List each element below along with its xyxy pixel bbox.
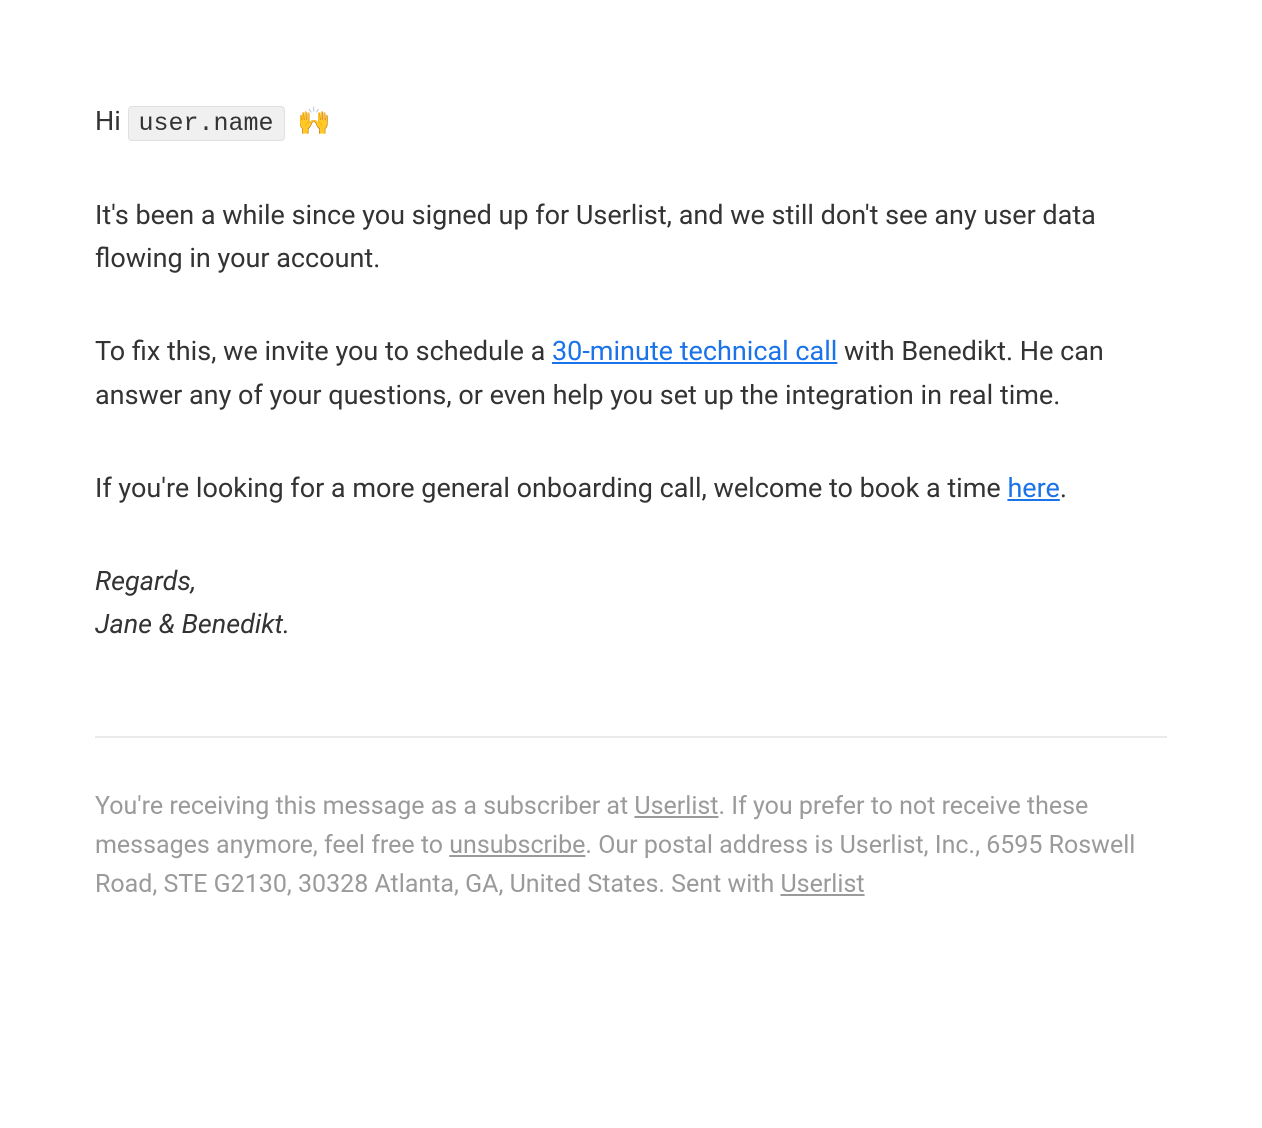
onboarding-here-link[interactable]: here (1007, 472, 1059, 504)
footer-paragraph: You're receiving this message as a subsc… (95, 788, 1167, 904)
greeting-prefix: Hi (95, 105, 128, 137)
p2-text-a: To fix this, we invite you to schedule a (95, 335, 552, 367)
footer-text-1: You're receiving this message as a subsc… (95, 792, 634, 821)
user-name-token: user.name (128, 106, 285, 141)
unsubscribe-link[interactable]: unsubscribe (449, 831, 585, 860)
intro-paragraph: It's been a while since you signed up fo… (95, 194, 1167, 280)
raising-hands-emoji: 🙌 (297, 105, 331, 137)
signoff-names: Jane & Benedikt. (95, 608, 290, 640)
technical-call-paragraph: To fix this, we invite you to schedule a… (95, 330, 1167, 416)
p3-text-a: If you're looking for a more general onb… (95, 472, 1007, 504)
userlist-link[interactable]: Userlist (634, 792, 718, 821)
p3-text-b: . (1060, 472, 1067, 504)
signoff-regards: Regards, (95, 565, 196, 597)
greeting-line: Hi user.name 🙌 (95, 100, 1167, 144)
footer-divider (95, 736, 1167, 738)
signoff-paragraph: Regards, Jane & Benedikt. (95, 560, 1167, 646)
onboarding-paragraph: If you're looking for a more general onb… (95, 467, 1167, 510)
technical-call-link[interactable]: 30-minute technical call (552, 335, 837, 367)
sent-with-userlist-link[interactable]: Userlist (780, 870, 864, 899)
